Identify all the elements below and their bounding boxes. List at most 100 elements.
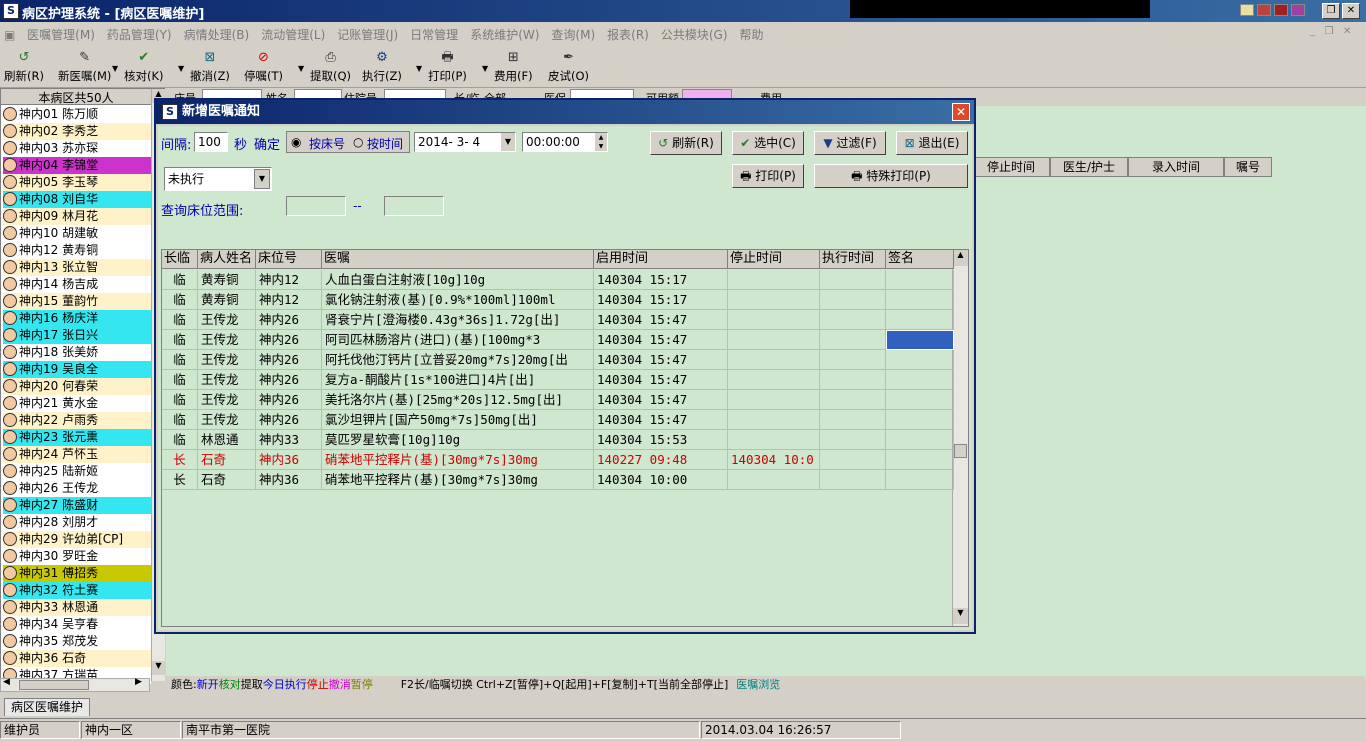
menu-item[interactable]: 公共模块(G) bbox=[655, 23, 734, 43]
toolbar-button[interactable]: ⊘ 停嘱(T) bbox=[244, 50, 283, 84]
grid-cell-bed[interactable]: 神内12 bbox=[256, 270, 322, 290]
grid-cell-start[interactable]: 140304 10:00 bbox=[594, 470, 728, 490]
radio-by-bed-icon[interactable]: ◉ bbox=[291, 135, 301, 149]
patient-item[interactable]: 神内25 陆新姬 bbox=[3, 463, 151, 480]
toolbar-button[interactable]: ✒ 皮试(O) bbox=[548, 50, 589, 84]
grid-cell-start[interactable]: 140304 15:17 bbox=[594, 270, 728, 290]
grid-cell-stop[interactable] bbox=[728, 470, 820, 490]
menu-item[interactable]: 查询(M) bbox=[545, 23, 601, 43]
grid-cell-start[interactable]: 140304 15:47 bbox=[594, 310, 728, 330]
patient-item[interactable]: 神内08 刘自华 bbox=[3, 191, 151, 208]
dialog-select-button[interactable]: ✔ 选中(C) bbox=[732, 131, 804, 155]
grid-cell-start[interactable]: 140304 15:47 bbox=[594, 370, 728, 390]
grid-cell-stop[interactable]: 140304 10:0 bbox=[728, 450, 820, 470]
grid-cell-type[interactable]: 长 bbox=[162, 450, 198, 470]
grid-cell-name[interactable]: 王传龙 bbox=[198, 310, 256, 330]
bed-range-from-input[interactable] bbox=[286, 196, 346, 216]
patient-item[interactable]: 神内33 林恩通 bbox=[3, 599, 151, 616]
grid-cell-start[interactable]: 140304 15:47 bbox=[594, 330, 728, 350]
menu-item[interactable]: 医嘱管理(M) bbox=[21, 23, 101, 43]
patient-item[interactable]: 神内05 李玉琴 bbox=[3, 174, 151, 191]
grid-cell-order[interactable]: 硝苯地平控释片(基)[30mg*7s]30mg bbox=[322, 450, 594, 470]
grid-cell-name[interactable]: 王传龙 bbox=[198, 330, 256, 350]
bed-range-to-input[interactable] bbox=[384, 196, 444, 216]
grid-cell-exec[interactable] bbox=[820, 290, 886, 310]
toolbar-button[interactable]: ⎙ 提取(Q) bbox=[310, 50, 351, 84]
patient-item[interactable]: 神内21 黄水金 bbox=[3, 395, 151, 412]
order-column-header[interactable]: 嘱号 bbox=[1224, 157, 1272, 177]
grid-cell-exec[interactable] bbox=[820, 310, 886, 330]
status-select[interactable]: 未执行 ▼ bbox=[164, 167, 272, 191]
patient-item[interactable]: 神内27 陈盛财 bbox=[3, 497, 151, 514]
order-browse-link[interactable]: 医嘱浏览 bbox=[736, 678, 780, 691]
grid-scroll-thumb[interactable] bbox=[954, 444, 967, 458]
grid-cell-bed[interactable]: 神内26 bbox=[256, 330, 322, 350]
grid-cell-start[interactable]: 140304 15:53 bbox=[594, 430, 728, 450]
tray-close-icon[interactable] bbox=[1291, 4, 1305, 16]
grid-cell-order[interactable]: 阿司匹林肠溶片(进口)(基)[100mg*3 bbox=[322, 330, 594, 350]
menu-item[interactable]: 帮助 bbox=[734, 23, 770, 43]
grid-scroll-up-icon[interactable]: ▲ bbox=[953, 250, 968, 266]
toolbar-button[interactable]: ⚙ 执行(Z) bbox=[362, 50, 402, 84]
grid-cell-exec[interactable] bbox=[820, 270, 886, 290]
patient-item[interactable]: 神内34 吴亨春 bbox=[3, 616, 151, 633]
patient-list-hscroll[interactable]: ◀ ▶ bbox=[0, 677, 150, 692]
radio-by-bed-label[interactable]: 按床号 bbox=[309, 135, 345, 152]
status-dropdown-icon[interactable]: ▼ bbox=[254, 169, 270, 189]
grid-cell-name[interactable]: 王传龙 bbox=[198, 410, 256, 430]
patient-item[interactable]: 神内32 符土赛 bbox=[3, 582, 151, 599]
grid-cell-type[interactable]: 临 bbox=[162, 390, 198, 410]
grid-cell-type[interactable]: 临 bbox=[162, 350, 198, 370]
grid-cell-stop[interactable] bbox=[728, 290, 820, 310]
hscroll-thumb[interactable] bbox=[19, 680, 89, 690]
grid-cell-bed[interactable]: 神内33 bbox=[256, 430, 322, 450]
dialog-close-icon[interactable]: ✕ bbox=[952, 103, 970, 121]
grid-cell-name[interactable]: 黄寿铜 bbox=[198, 290, 256, 310]
dialog-exit-button[interactable]: ⊠ 退出(E) bbox=[896, 131, 968, 155]
grid-cell-order[interactable]: 氯化钠注射液(基)[0.9%*100ml]100ml bbox=[322, 290, 594, 310]
grid-cell-order[interactable]: 阿托伐他汀钙片[立普妥20mg*7s]20mg[出 bbox=[322, 350, 594, 370]
menu-item[interactable]: 系统维护(W) bbox=[464, 23, 545, 43]
grid-cell-type[interactable]: 临 bbox=[162, 270, 198, 290]
grid-cell-sign[interactable] bbox=[886, 430, 954, 450]
grid-cell-stop[interactable] bbox=[728, 310, 820, 330]
grid-cell-type[interactable]: 临 bbox=[162, 370, 198, 390]
patient-item[interactable]: 神内16 杨庆洋 bbox=[3, 310, 151, 327]
grid-cell-bed[interactable]: 神内36 bbox=[256, 450, 322, 470]
interval-input[interactable]: 100 bbox=[194, 132, 228, 152]
grid-cell-order[interactable]: 人血白蛋白注射液[10g]10g bbox=[322, 270, 594, 290]
grid-column-header[interactable]: 签名 bbox=[886, 250, 954, 269]
patient-item[interactable]: 神内20 何春荣 bbox=[3, 378, 151, 395]
date-dropdown-icon[interactable]: ▼ bbox=[501, 133, 515, 151]
grid-cell-bed[interactable]: 神内26 bbox=[256, 390, 322, 410]
grid-cell-order[interactable]: 氯沙坦钾片[国产50mg*7s]50mg[出] bbox=[322, 410, 594, 430]
menu-item[interactable]: 药品管理(Y) bbox=[101, 23, 178, 43]
tray-alert-icon[interactable] bbox=[1274, 4, 1288, 16]
patient-item[interactable]: 神内13 张立智 bbox=[3, 259, 151, 276]
patient-item[interactable]: 神内02 李秀芝 bbox=[3, 123, 151, 140]
patient-item[interactable]: 神内26 王传龙 bbox=[3, 480, 151, 497]
patient-item[interactable]: 神内22 卢雨秀 bbox=[3, 412, 151, 429]
patient-item[interactable]: 神内10 胡建敏 bbox=[3, 225, 151, 242]
dropdown-arrow-icon[interactable]: ▼ bbox=[482, 64, 488, 73]
toolbar-button[interactable]: ↺ 刷新(R) bbox=[4, 50, 44, 84]
grid-column-header[interactable]: 执行时间 bbox=[820, 250, 886, 269]
confirm-interval-button[interactable]: 确定 bbox=[254, 134, 280, 153]
grid-cell-type[interactable]: 临 bbox=[162, 290, 198, 310]
grid-cell-stop[interactable] bbox=[728, 270, 820, 290]
patient-item[interactable]: 神内24 芦怀玉 bbox=[3, 446, 151, 463]
toolbar-button[interactable]: ✎ 新医嘱(M) bbox=[58, 50, 111, 84]
grid-column-header[interactable]: 床位号 bbox=[256, 250, 322, 269]
grid-cell-name[interactable]: 王传龙 bbox=[198, 370, 256, 390]
order-column-header[interactable]: 医生/护士 bbox=[1050, 157, 1128, 177]
grid-cell-exec[interactable] bbox=[820, 370, 886, 390]
grid-cell-bed[interactable]: 神内12 bbox=[256, 290, 322, 310]
patient-item[interactable]: 神内03 苏亦琛 bbox=[3, 140, 151, 157]
grid-column-header[interactable]: 停止时间 bbox=[728, 250, 820, 269]
grid-scrollbar[interactable]: ▲ ▼ bbox=[952, 250, 968, 626]
grid-cell-sign[interactable] bbox=[886, 310, 954, 330]
patient-item[interactable]: 神内28 刘朋才 bbox=[3, 514, 151, 531]
patient-item[interactable]: 神内35 郑茂发 bbox=[3, 633, 151, 650]
patient-item[interactable]: 神内12 黄寿铜 bbox=[3, 242, 151, 259]
grid-cell-exec[interactable] bbox=[820, 450, 886, 470]
